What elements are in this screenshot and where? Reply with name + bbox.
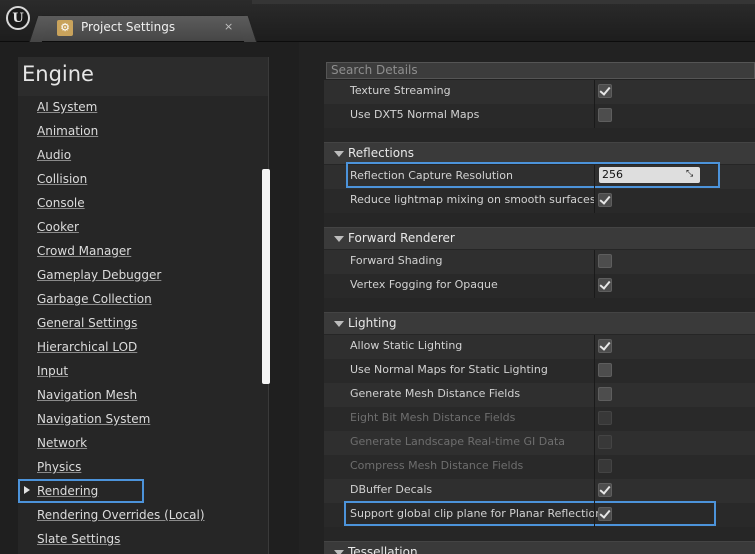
- dxt5-normal-maps-checkbox[interactable]: [598, 108, 612, 122]
- row-vertex-fogging: Vertex Fogging for Opaque: [324, 274, 755, 298]
- row-label: Allow Static Lighting: [350, 339, 463, 352]
- sidebar-item-audio[interactable]: Audio: [37, 148, 71, 162]
- sidebar-item-hierarchical-lod[interactable]: Hierarchical LOD: [37, 340, 137, 354]
- landscape-gi-data-checkbox: [598, 435, 612, 449]
- sidebar-item-general-settings[interactable]: General Settings: [37, 316, 137, 330]
- category-title: Forward Renderer: [348, 231, 455, 245]
- category-title: Tessellation: [348, 545, 418, 554]
- row-eight-bit-mesh-distance-fields: Eight Bit Mesh Distance Fields: [324, 407, 755, 431]
- sidebar-item-network[interactable]: Network: [37, 436, 87, 450]
- collapse-arrow-icon[interactable]: [334, 550, 344, 554]
- nav-section-title: Engine: [22, 62, 94, 86]
- column-separator[interactable]: [594, 335, 595, 527]
- row-label: Use DXT5 Normal Maps: [350, 108, 480, 121]
- category-title: Reflections: [348, 146, 414, 160]
- category-reflections[interactable]: Reflections: [324, 142, 755, 164]
- row-label: Compress Mesh Distance Fields: [350, 459, 524, 472]
- titlebar-strip: [252, 0, 755, 4]
- category-lighting[interactable]: Lighting: [324, 312, 755, 334]
- row-reduce-lightmap-mixing: Reduce lightmap mixing on smooth surface…: [324, 189, 755, 213]
- normal-maps-static-lighting-checkbox[interactable]: [598, 363, 612, 377]
- row-label: DBuffer Decals: [350, 483, 433, 496]
- sidebar-item-ai-system[interactable]: AI System: [37, 100, 97, 114]
- row-label: Generate Landscape Real-time GI Data: [350, 435, 566, 448]
- row-dbuffer-decals: DBuffer Decals: [324, 479, 755, 503]
- row-label: Texture Streaming: [350, 84, 451, 97]
- sidebar-item-crowd-manager[interactable]: Crowd Manager: [37, 244, 131, 258]
- sidebar-item-physics[interactable]: Physics: [37, 460, 81, 474]
- column-separator[interactable]: [594, 250, 595, 298]
- compress-mesh-distance-fields-checkbox: [598, 459, 612, 473]
- row-normal-maps-static-lighting: Use Normal Maps for Static Lighting: [324, 359, 755, 383]
- row-compress-mesh-distance-fields: Compress Mesh Distance Fields: [324, 455, 755, 479]
- nav-scrollbar[interactable]: [262, 169, 270, 384]
- eight-bit-mesh-distance-fields-checkbox: [598, 411, 612, 425]
- search-details-input[interactable]: Search Details: [326, 62, 755, 79]
- sidebar-item-garbage-collection[interactable]: Garbage Collection: [37, 292, 152, 306]
- row-label: Use Normal Maps for Static Lighting: [350, 363, 548, 376]
- close-icon[interactable]: ×: [224, 20, 233, 33]
- category-title: Lighting: [348, 316, 397, 330]
- row-landscape-gi-data: Generate Landscape Real-time GI Data: [324, 431, 755, 455]
- category-forward-renderer[interactable]: Forward Renderer: [324, 227, 755, 249]
- dbuffer-decals-checkbox[interactable]: [598, 483, 612, 497]
- sidebar-item-rendering-overrides[interactable]: Rendering Overrides (Local): [37, 508, 205, 522]
- forward-shading-checkbox[interactable]: [598, 254, 612, 268]
- sidebar-item-console[interactable]: Console: [37, 196, 85, 210]
- row-label: Forward Shading: [350, 254, 443, 267]
- row-texture-streaming: Texture Streaming: [324, 80, 755, 104]
- row-label: Vertex Fogging for Opaque: [350, 278, 498, 291]
- column-separator[interactable]: [594, 80, 595, 128]
- reduce-lightmap-mixing-checkbox[interactable]: [598, 193, 612, 207]
- row-generate-mesh-distance-fields: Generate Mesh Distance Fields: [324, 383, 755, 407]
- tab-label: Project Settings: [81, 20, 176, 34]
- row-dxt5-normal-maps: Use DXT5 Normal Maps: [324, 104, 755, 128]
- texture-streaming-checkbox[interactable]: [598, 84, 612, 98]
- title-bar: U ⚙ Project Settings ×: [0, 0, 755, 42]
- column-separator[interactable]: [594, 165, 595, 213]
- row-forward-shading: Forward Shading: [324, 250, 755, 274]
- project-settings-icon: ⚙: [57, 20, 73, 36]
- rendering-highlight: [18, 479, 144, 503]
- sidebar-item-cooker[interactable]: Cooker: [37, 220, 79, 234]
- sidebar-item-navigation-system[interactable]: Navigation System: [37, 412, 150, 426]
- vertex-fogging-checkbox[interactable]: [598, 278, 612, 292]
- sidebar-item-navigation-mesh[interactable]: Navigation Mesh: [37, 388, 137, 402]
- row-allow-static-lighting: Allow Static Lighting: [324, 335, 755, 359]
- category-tessellation[interactable]: Tessellation: [324, 541, 755, 554]
- sidebar-item-gameplay-debugger[interactable]: Gameplay Debugger: [37, 268, 161, 282]
- row-label: Generate Mesh Distance Fields: [350, 387, 521, 400]
- collapse-arrow-icon[interactable]: [334, 236, 344, 242]
- row-label: Eight Bit Mesh Distance Fields: [350, 411, 516, 424]
- sidebar-item-slate-settings[interactable]: Slate Settings: [37, 532, 120, 546]
- unreal-logo-icon[interactable]: U: [6, 6, 30, 30]
- row-label: Reduce lightmap mixing on smooth surface…: [350, 193, 596, 206]
- collapse-arrow-icon[interactable]: [334, 321, 344, 327]
- clip-plane-highlight: [344, 501, 716, 526]
- sidebar-item-animation[interactable]: Animation: [37, 124, 98, 138]
- collapse-arrow-icon[interactable]: [334, 151, 344, 157]
- allow-static-lighting-checkbox[interactable]: [598, 339, 612, 353]
- sidebar-item-collision[interactable]: Collision: [37, 172, 87, 186]
- generate-mesh-distance-fields-checkbox[interactable]: [598, 387, 612, 401]
- resolution-highlight: [346, 162, 720, 188]
- sidebar-item-input[interactable]: Input: [37, 364, 68, 378]
